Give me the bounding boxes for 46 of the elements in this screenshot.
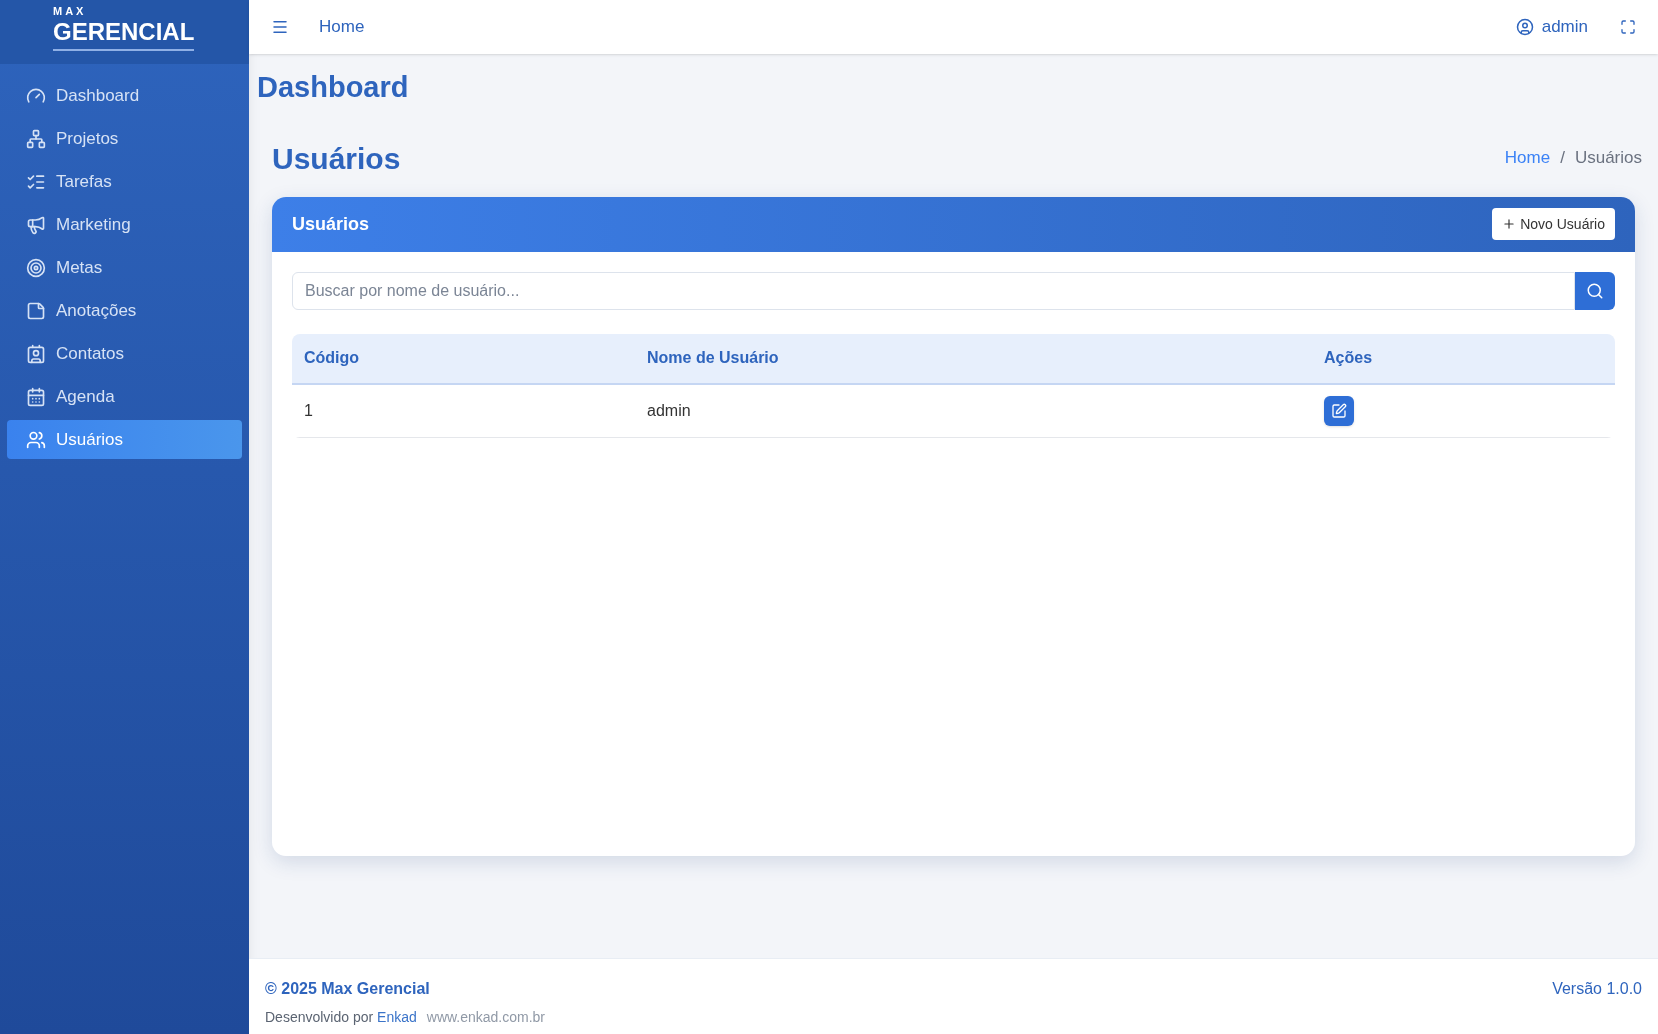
contact-card-icon (26, 343, 46, 364)
fullscreen-icon[interactable] (1620, 19, 1636, 35)
edit-icon (1331, 402, 1347, 419)
plus-icon (1502, 217, 1517, 231)
breadcrumb-separator: / (1560, 147, 1565, 170)
page-title: Dashboard (257, 70, 410, 105)
sidebar-item[interactable]: Metas (7, 248, 242, 287)
sidebar-item[interactable]: Marketing (7, 205, 242, 244)
website-text: www.enkad.com.br (426, 1008, 546, 1027)
sidebar-item[interactable]: Projetos (7, 119, 242, 158)
breadcrumb-current: Usuários (1574, 147, 1642, 170)
sidebar-item[interactable]: Tarefas (7, 162, 242, 201)
sidebar-item[interactable]: Dashboard (7, 76, 242, 115)
search-icon (1586, 281, 1604, 300)
users-icon (26, 429, 46, 450)
new-user-button[interactable]: Novo Usuário (1492, 208, 1615, 240)
developer-link[interactable]: Enkad (377, 1009, 417, 1025)
sidebar-item[interactable]: Contatos (7, 334, 242, 373)
credit-text: Desenvolvido por Enkad (265, 1008, 417, 1027)
card-title: Usuários (292, 212, 370, 236)
calendar-icon (26, 386, 46, 407)
network-icon (26, 128, 46, 149)
logo-text: GERENCIAL (53, 17, 195, 51)
section-title: Usuários (272, 140, 401, 177)
user-menu[interactable]: admin (1515, 14, 1588, 40)
sticky-note-icon (26, 300, 46, 321)
copyright-text: © 2025 Max Gerencial (265, 979, 431, 999)
column-header: Ações (1312, 333, 1615, 384)
home-link[interactable]: Home (319, 14, 365, 40)
table-cell: admin (635, 383, 1312, 438)
column-header: Nome de Usuário (635, 333, 1312, 384)
edit-button[interactable] (1324, 395, 1354, 426)
search-button[interactable] (1575, 271, 1615, 310)
table-cell: 1 (292, 383, 635, 438)
menu-icon[interactable] (271, 18, 289, 36)
megaphone-icon (26, 214, 46, 235)
sidebar-item[interactable]: Anotações (7, 291, 242, 330)
search-field[interactable]: Buscar por nome de usuário... (292, 271, 1575, 310)
column-header: Código (292, 333, 635, 384)
sidebar-item[interactable]: Usuários (7, 420, 242, 459)
user-icon (1515, 18, 1534, 36)
breadcrumb-link[interactable]: Home (1504, 145, 1551, 171)
target-icon (26, 257, 46, 278)
version-text: Versão 1.0.0 (1552, 979, 1642, 999)
sidebar-item[interactable]: Agenda (7, 377, 242, 416)
logo-small-text: MAX (53, 6, 87, 17)
